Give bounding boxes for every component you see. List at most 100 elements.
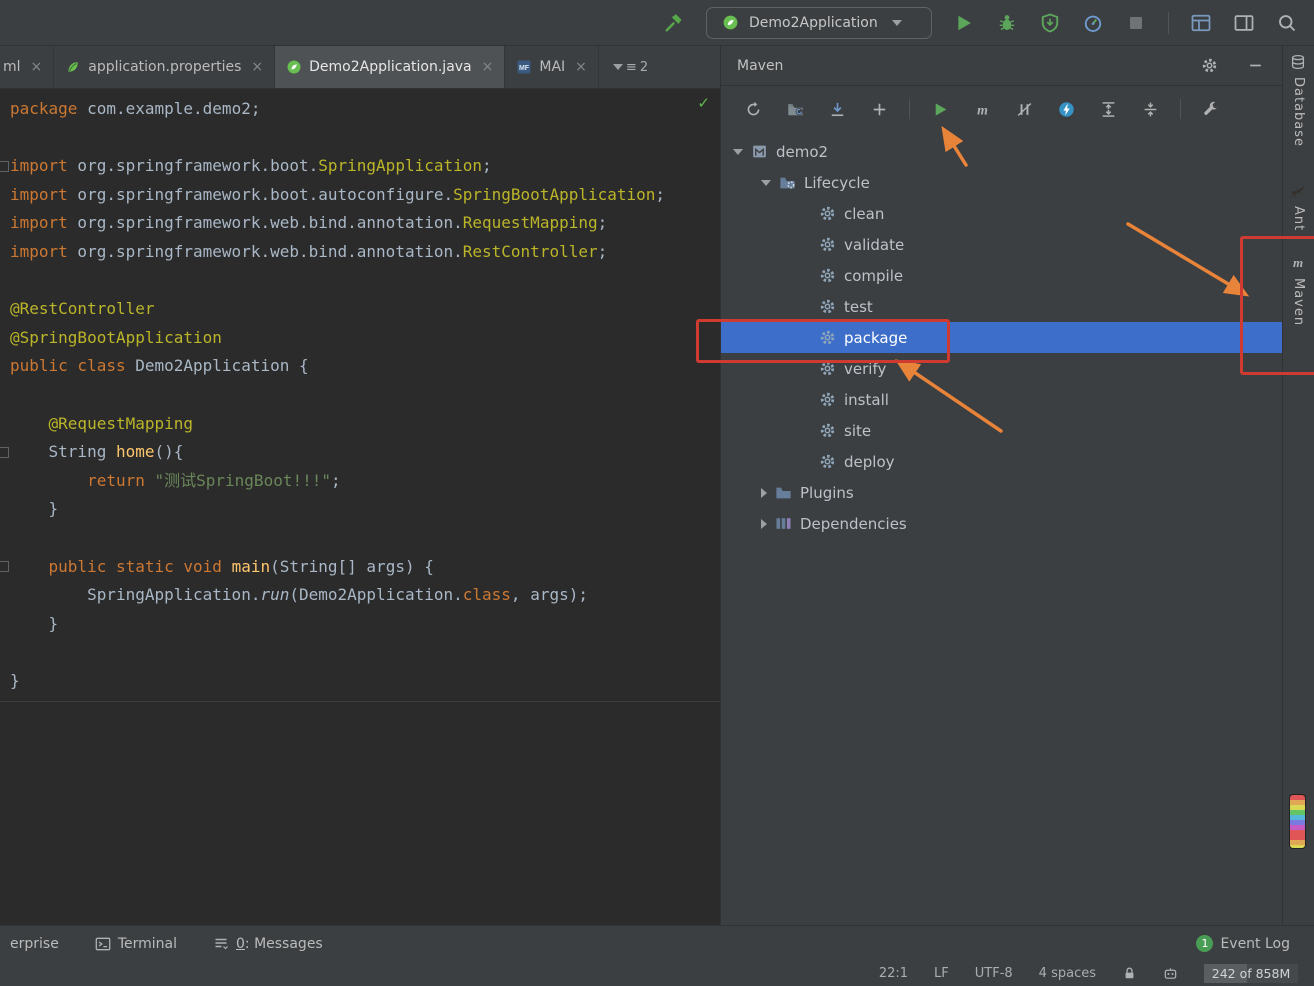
gear-icon[interactable] [1198, 55, 1220, 77]
maven-tree-item-test[interactable]: test [721, 291, 1282, 322]
maven-panel-title: Maven [737, 58, 783, 74]
code-line[interactable]: String home(){ [10, 438, 720, 467]
code-line[interactable] [10, 638, 720, 667]
toolwindow-button-terminal[interactable]: Terminal [95, 936, 177, 952]
titlebar: Demo2Application [0, 0, 1314, 46]
download-sources-button[interactable] [819, 95, 855, 123]
maven-tree-item-lifecycle[interactable]: Lifecycle [721, 167, 1282, 198]
toggle-skip-tests-button[interactable] [1006, 95, 1042, 123]
chevron-down-icon[interactable] [761, 180, 771, 186]
editor-tab-mai[interactable]: MFMAI× [505, 46, 599, 88]
code-line[interactable]: SpringApplication.run(Demo2Application.c… [10, 581, 720, 610]
stripe-tab-maven[interactable]: mMaven [1290, 255, 1307, 326]
inspection-status-icon[interactable]: ✓ [697, 94, 710, 112]
manifest-file-icon: MF [516, 59, 532, 75]
chevron-right-icon[interactable] [761, 488, 767, 498]
run-configuration-selector[interactable]: Demo2Application [706, 7, 932, 39]
add-maven-projects-button[interactable] [861, 95, 897, 123]
code-line[interactable] [10, 381, 720, 410]
fold-marker[interactable] [0, 161, 9, 172]
code-line[interactable] [10, 524, 720, 553]
code-line[interactable]: package com.example.demo2; [10, 95, 720, 124]
stripe-tab-database[interactable]: Database [1290, 54, 1307, 147]
run-maven-build-button[interactable] [922, 95, 958, 123]
hidden-tabs-dropdown[interactable]: ≡ 2 [607, 46, 648, 88]
reimport-all-maven-projects-button[interactable] [735, 95, 771, 123]
code-line[interactable]: @SpringBootApplication [10, 324, 720, 353]
toolwindow-button-enterprise[interactable]: erprise [10, 936, 59, 952]
code-line[interactable]: public class Demo2Application { [10, 352, 720, 381]
line-ending[interactable]: LF [934, 966, 949, 981]
lock-icon[interactable] [1122, 966, 1137, 981]
maven-settings-button[interactable] [1193, 95, 1229, 123]
code-line[interactable] [10, 124, 720, 153]
code-line[interactable]: } [10, 667, 720, 696]
run-with-coverage-button[interactable] [1039, 12, 1061, 34]
spring-leaf-icon [65, 59, 81, 75]
code-editor[interactable]: package com.example.demo2; import org.sp… [0, 89, 720, 695]
close-icon[interactable]: × [482, 59, 494, 75]
maven-tree-item-clean[interactable]: clean [721, 198, 1282, 229]
collapse-all-button[interactable] [1132, 95, 1168, 123]
code-line[interactable]: import org.springframework.web.bind.anno… [10, 238, 720, 267]
editor-tab-application-properties[interactable]: application.properties× [54, 46, 275, 88]
ide-robot-icon[interactable] [1163, 966, 1178, 981]
maven-tree-item-verify[interactable]: verify [721, 353, 1282, 384]
stripe-tab-ant[interactable]: Ant [1290, 183, 1307, 231]
layout-button[interactable] [1233, 12, 1255, 34]
debug-button[interactable] [996, 12, 1018, 34]
fold-marker[interactable] [0, 561, 9, 572]
indent-setting[interactable]: 4 spaces [1039, 966, 1096, 981]
tree-label: Lifecycle [804, 174, 870, 192]
close-icon[interactable]: × [31, 59, 43, 75]
fold-marker[interactable] [0, 447, 9, 458]
execute-maven-goal-button[interactable]: m [964, 95, 1000, 123]
maven-tree-item-demo2[interactable]: demo2 [721, 136, 1282, 167]
maven-tree-item-site[interactable]: site [721, 415, 1282, 446]
maven-tree-item-validate[interactable]: validate [721, 229, 1282, 260]
build-hammer-icon[interactable] [663, 12, 685, 34]
close-icon[interactable]: × [251, 59, 263, 75]
code-line[interactable]: } [10, 610, 720, 639]
code-line[interactable]: @RestController [10, 295, 720, 324]
profiler-button[interactable] [1082, 12, 1104, 34]
search-everywhere-button[interactable] [1276, 12, 1298, 34]
maven-tree-item-dependencies[interactable]: Dependencies [721, 508, 1282, 539]
event-log-button[interactable]: 1 Event Log [1196, 935, 1290, 952]
maven-tree-item-install[interactable]: install [721, 384, 1282, 415]
code-line[interactable]: } [10, 495, 720, 524]
maven-tree-item-deploy[interactable]: deploy [721, 446, 1282, 477]
editor-tab-ml[interactable]: ml× [0, 46, 54, 88]
code-line[interactable]: import org.springframework.boot.autoconf… [10, 181, 720, 210]
code-line[interactable]: @RequestMapping [10, 410, 720, 439]
maven-tree-item-compile[interactable]: compile [721, 260, 1282, 291]
chevron-down-icon [613, 64, 623, 70]
expand-all-button[interactable] [1090, 95, 1126, 123]
chevron-down-icon[interactable] [733, 149, 743, 155]
close-icon[interactable]: × [575, 59, 587, 75]
generate-sources-and-update-folders-button[interactable] [777, 95, 813, 123]
tool-windows-button[interactable] [1190, 12, 1212, 34]
hide-panel-icon[interactable] [1244, 55, 1266, 77]
ant-icon [1290, 183, 1307, 200]
color-stripes-widget [1289, 794, 1306, 849]
maven-tree-item-package[interactable]: package [721, 322, 1282, 353]
maven-goal-icon [819, 391, 836, 408]
code-line[interactable]: import org.springframework.web.bind.anno… [10, 209, 720, 238]
maven-goal-icon [819, 453, 836, 470]
code-line[interactable]: return "测试SpringBoot!!!"; [10, 467, 720, 496]
caret-position[interactable]: 22:1 [879, 966, 908, 981]
run-config-name: Demo2Application [749, 15, 878, 31]
code-line[interactable]: public static void main(String[] args) { [10, 553, 720, 582]
code-line[interactable] [10, 267, 720, 296]
maven-tree-item-plugins[interactable]: Plugins [721, 477, 1282, 508]
toggle-offline-mode-button[interactable] [1048, 95, 1084, 123]
tree-label: clean [844, 205, 884, 223]
code-line[interactable]: import org.springframework.boot.SpringAp… [10, 152, 720, 181]
file-encoding[interactable]: UTF-8 [975, 966, 1013, 981]
editor-tab-demo2application-java[interactable]: Demo2Application.java× [275, 46, 505, 88]
memory-indicator[interactable]: 242 of 858M [1204, 964, 1298, 983]
toolwindow-button-messages[interactable]: 0: Messages [213, 936, 323, 952]
run-button[interactable] [953, 12, 975, 34]
chevron-right-icon[interactable] [761, 519, 767, 529]
